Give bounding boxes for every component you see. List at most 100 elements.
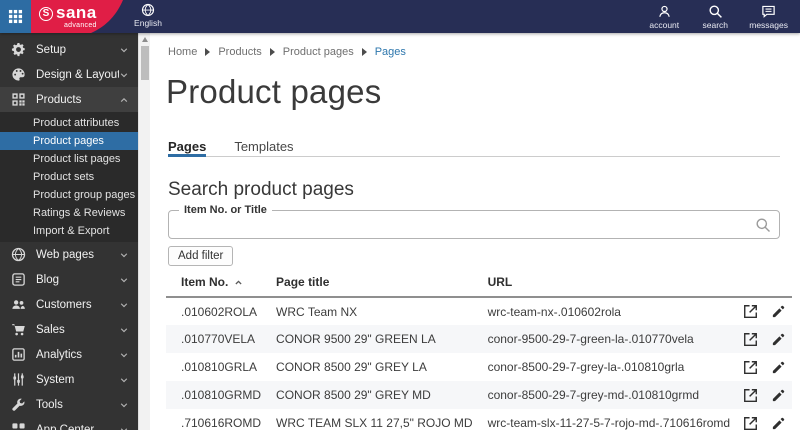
sidebar-subitem-product-group-pages[interactable]: Product group pages: [0, 186, 138, 204]
person-icon: [657, 3, 672, 19]
table-row: .010770VELA CONOR 9500 29" GREEN LA conor-…: [166, 325, 793, 353]
wrench-icon: [11, 397, 26, 412]
edit-pencil-icon[interactable]: [771, 360, 786, 375]
sidebar-item-setup[interactable]: Setup: [0, 37, 138, 62]
cell-page-title: CONOR 9500 29" GREEN LA: [276, 332, 436, 346]
sidebar-submenu: Product attributes Product pages Product l…: [0, 112, 138, 242]
breadcrumb-products[interactable]: Products: [218, 46, 261, 58]
breadcrumb-home[interactable]: Home: [168, 46, 197, 58]
sidebar-item-products[interactable]: Products: [0, 87, 138, 112]
sidebar-item-blog[interactable]: Blog: [0, 267, 138, 292]
topbar: S sana advanced English account search m…: [0, 0, 800, 33]
item-no-or-title-input[interactable]: [175, 213, 747, 236]
cell-actions: [730, 409, 792, 437]
brand-sub: advanced: [63, 22, 97, 29]
chevron-up-icon: [119, 95, 129, 105]
sidebar-item-app-center[interactable]: App Center: [0, 417, 138, 430]
sidebar-item-label: Design & Layout: [36, 68, 119, 81]
edit-pencil-icon[interactable]: [771, 304, 786, 319]
column-header-item-no[interactable]: Item No.: [166, 275, 262, 298]
cell-page-title: WRC TEAM SLX 11 27,5" ROJO MD: [276, 416, 473, 430]
chevron-down-icon: [119, 400, 129, 410]
cell-actions: [730, 381, 792, 409]
sidebar-item-sales[interactable]: Sales: [0, 317, 138, 342]
magnifier-icon: [708, 3, 723, 19]
tab-pages[interactable]: Pages: [168, 134, 207, 157]
brand-name: sana: [56, 3, 97, 22]
open-page-icon[interactable]: [743, 416, 758, 431]
chevron-down-icon: [119, 375, 129, 385]
messages-button[interactable]: messages: [749, 3, 788, 30]
sidebar-item-system[interactable]: System: [0, 367, 138, 392]
sidebar-subitem-product-sets[interactable]: Product sets: [0, 168, 138, 186]
sidebar-item-analytics[interactable]: Analytics: [0, 342, 138, 367]
sidebar-item-label: Setup: [36, 43, 67, 56]
language-selector[interactable]: English: [124, 3, 172, 28]
cell-item-no: .010810GRMD: [181, 388, 262, 402]
sidebar-item-design-layout[interactable]: Design & Layout: [0, 62, 138, 87]
sidebar-item-label: Sales: [36, 323, 65, 336]
cart-icon: [11, 322, 26, 337]
cell-url: conor-8500-29-7-grey-la-.010810grla: [487, 360, 685, 374]
column-header-url[interactable]: URL: [472, 275, 731, 298]
table-row: .010602ROLA WRC Team NX wrc-team-nx-.01060…: [166, 297, 792, 325]
open-page-icon[interactable]: [743, 332, 758, 347]
cell-page-title: CONOR 8500 29" GREY MD: [276, 388, 431, 402]
search-label: search: [702, 20, 728, 30]
sidebar-item-web-pages[interactable]: Web pages: [0, 242, 138, 267]
open-page-icon[interactable]: [743, 360, 758, 375]
chevron-down-icon: [119, 300, 129, 310]
app-grid-button[interactable]: [0, 0, 31, 33]
breadcrumb-product-pages[interactable]: Product pages: [283, 46, 354, 58]
sidebar-item-label: Tools: [36, 398, 63, 411]
scrollbar-thumb[interactable]: [141, 46, 149, 80]
search-field-magnifier-icon[interactable]: [755, 217, 771, 233]
sidebar-item-label: Analytics: [36, 348, 83, 361]
open-page-icon[interactable]: [743, 388, 758, 403]
open-page-icon[interactable]: [743, 304, 758, 319]
cell-page-title: WRC Team NX: [276, 304, 358, 319]
sidebar-subitem-product-pages[interactable]: Product pages: [0, 132, 138, 150]
sana-logo[interactable]: S sana advanced: [31, 0, 125, 33]
column-header-page-title[interactable]: Page title: [261, 275, 473, 298]
page-title: Product pages: [166, 73, 382, 110]
account-label: account: [649, 20, 680, 30]
column-header-actions: [730, 275, 793, 298]
breadcrumb-arrow-icon: [269, 48, 275, 56]
search-field: Item No. or Title: [168, 204, 780, 239]
edit-pencil-icon[interactable]: [771, 332, 786, 347]
breadcrumb: Home Products Product pages Pages: [168, 46, 406, 58]
search-button[interactable]: search: [698, 3, 732, 30]
sidebar-subitem-product-list-pages[interactable]: Product list pages: [0, 150, 138, 168]
sidebar-subitem-import-export[interactable]: Import & Export: [0, 222, 138, 240]
sidebar-item-customers[interactable]: Customers: [0, 292, 138, 317]
search-heading: Search product pages: [168, 179, 354, 200]
edit-pencil-icon[interactable]: [771, 388, 786, 403]
cell-actions: [730, 297, 792, 325]
breadcrumb-pages[interactable]: Pages: [375, 46, 406, 58]
cell-page-title: CONOR 8500 29" GREY LA: [276, 360, 427, 374]
apps-icon: [11, 422, 26, 430]
sidebar-item-label: App Center: [36, 423, 95, 431]
sidebar-subitem-ratings-reviews[interactable]: Ratings & Reviews: [0, 204, 138, 222]
edit-pencil-icon[interactable]: [771, 416, 786, 431]
account-button[interactable]: account: [647, 3, 681, 30]
sliders-icon: [11, 372, 26, 387]
sana-s-icon: S: [39, 7, 53, 21]
gear-icon: [11, 42, 26, 57]
cell-url: wrc-team-nx-.010602rola: [487, 304, 621, 319]
analytics-icon: [11, 347, 26, 362]
add-filter-button[interactable]: Add filter: [168, 246, 234, 266]
cell-url: wrc-team-slx-11-27-5-7-rojo-md-.710616ro…: [487, 416, 731, 430]
chevron-down-icon: [119, 325, 129, 335]
breadcrumb-arrow-icon: [205, 48, 211, 56]
blog-icon: [11, 272, 26, 287]
chevron-down-icon: [119, 425, 129, 430]
sidebar-scrollbar[interactable]: [138, 33, 150, 430]
tabs: Pages Templates: [168, 134, 780, 157]
sidebar-item-label: Customers: [36, 298, 92, 311]
sidebar-item-tools[interactable]: Tools: [0, 392, 138, 417]
scroll-up-arrow[interactable]: [141, 36, 149, 43]
tab-templates[interactable]: Templates: [234, 134, 293, 157]
sidebar-subitem-product-attributes[interactable]: Product attributes: [0, 114, 138, 132]
